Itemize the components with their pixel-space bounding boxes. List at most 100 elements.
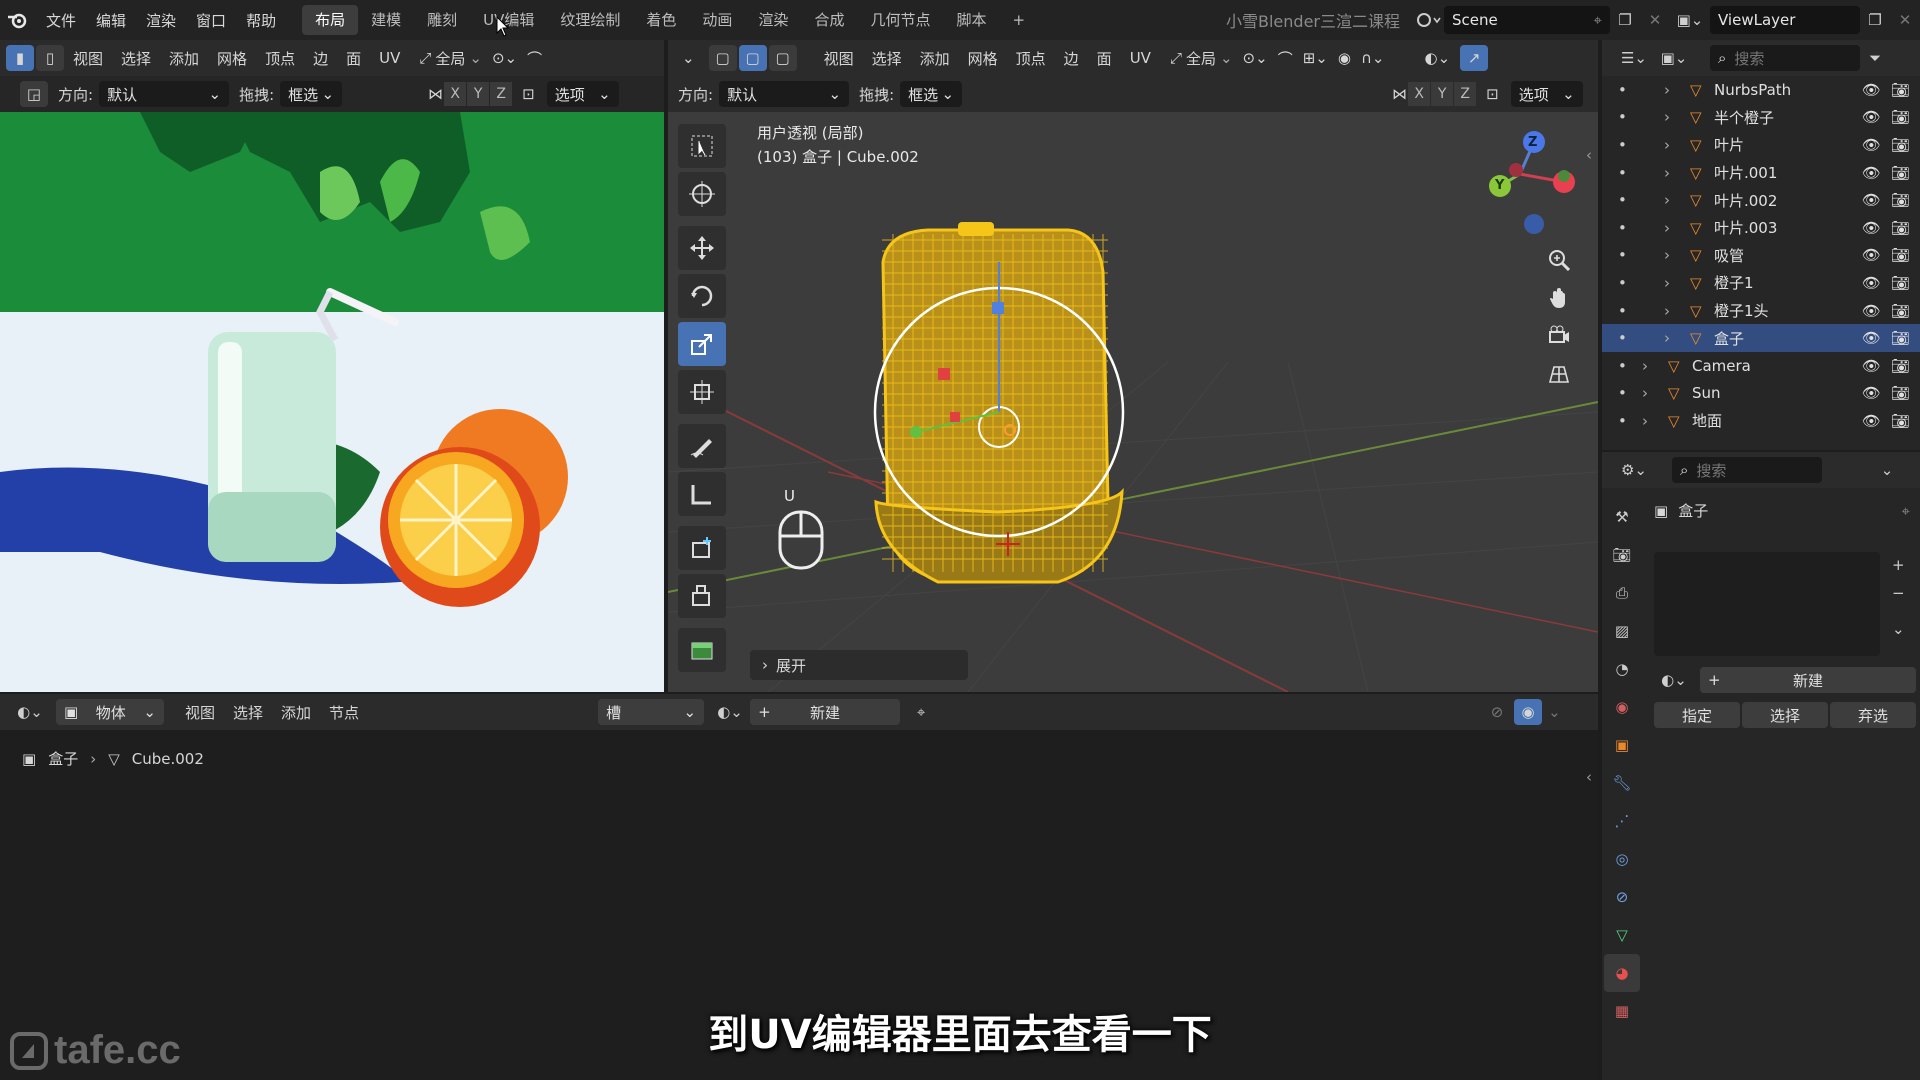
expand-arrow-icon[interactable]: › <box>1642 384 1648 402</box>
gizmo-toggle-icon[interactable]: ↗ <box>1460 45 1489 71</box>
node-menu-view[interactable]: 视图 <box>176 702 224 723</box>
assign-button[interactable]: 指定 <box>1654 702 1740 728</box>
outliner-row[interactable]: • › ▽ 叶片.001 👁︎ 📷︎ <box>1602 159 1920 187</box>
falloff-icon[interactable]: ∩⌄ <box>1361 49 1385 67</box>
select-box-tool-icon[interactable] <box>678 124 726 168</box>
pin-icon[interactable]: ⌖ <box>1594 11 1602 29</box>
main-menu-uv[interactable]: UV <box>1121 49 1160 67</box>
left-menu-add[interactable]: 添加 <box>160 48 208 69</box>
tab-layout[interactable]: 布局 <box>302 5 359 35</box>
expand-arrow-icon[interactable]: › <box>1642 412 1648 430</box>
overlay-toggle-icon[interactable]: ◉ <box>1514 699 1543 725</box>
outliner-item-name[interactable]: 半个橙子 <box>1714 107 1774 128</box>
main-transform-global[interactable]: 全局 <box>1182 48 1220 69</box>
camera-render-icon[interactable]: 📷︎ <box>1891 412 1910 430</box>
outliner-item-name[interactable]: Sun <box>1692 384 1721 402</box>
tab-modeling[interactable]: 建模 <box>358 5 414 35</box>
main-snap-icon[interactable]: ⌒ <box>1278 48 1293 69</box>
transform-tool-icon[interactable] <box>678 370 726 414</box>
edge-select-icon[interactable]: ▢ <box>738 45 767 71</box>
tab-geometry-nodes[interactable]: 几何节点 <box>857 5 943 35</box>
left-axis-z[interactable]: Z <box>490 82 513 106</box>
main-menu-select[interactable]: 选择 <box>863 48 911 69</box>
physics-tab-icon[interactable]: ◎ <box>1604 840 1640 878</box>
expand-arrow-icon[interactable]: › <box>1664 164 1670 182</box>
inset-tool-icon[interactable] <box>678 628 726 672</box>
new-material-button[interactable]: + 新建 <box>1700 667 1916 693</box>
chevron-down-icon[interactable]: ⌄ <box>1872 456 1902 484</box>
expand-arrow-icon[interactable]: › <box>1664 136 1670 154</box>
snap-icon[interactable]: ⌒ <box>527 48 542 69</box>
main-menu-add[interactable]: 添加 <box>911 48 959 69</box>
measure-tool-icon[interactable] <box>678 472 726 516</box>
move-tool-icon[interactable] <box>678 226 726 270</box>
visibility-dot-icon[interactable]: • <box>1618 302 1627 320</box>
expand-arrow-icon[interactable]: › <box>1664 191 1670 209</box>
outliner-row[interactable]: • › ▽ 橙子1头 👁︎ 📷︎ <box>1602 297 1920 325</box>
camera-render-icon[interactable]: 📷︎ <box>1891 191 1910 209</box>
menu-edit[interactable]: 编辑 <box>86 10 136 31</box>
operator-panel[interactable]: › 展开 <box>750 650 968 680</box>
main-pivot-icon[interactable]: ⊙⌄ <box>1243 49 1268 67</box>
node-menu-add[interactable]: 添加 <box>272 702 320 723</box>
eye-icon[interactable]: 👁︎ <box>1862 191 1881 209</box>
constraints-tab-icon[interactable]: ⊘ <box>1604 878 1640 916</box>
sidebar-toggle-icon[interactable]: ‹ <box>1586 146 1592 164</box>
main-mirror-icon[interactable]: ⋈ <box>1392 85 1407 103</box>
properties-search[interactable]: ⌕ 搜索 <box>1672 457 1822 483</box>
remove-slot-icon[interactable]: − <box>1892 584 1905 602</box>
tab-sculpting[interactable]: 雕刻 <box>414 5 470 35</box>
vertex-select-icon[interactable]: ▢ <box>708 45 737 71</box>
mirror-icon[interactable]: ⋈ <box>428 85 443 103</box>
perspective-toggle-icon[interactable] <box>1544 360 1574 388</box>
outliner-row[interactable]: • › ▽ 地面 👁︎ 📷︎ <box>1602 407 1920 435</box>
outliner-row[interactable]: • › ▽ Camera 👁︎ 📷︎ <box>1602 352 1920 380</box>
expand-arrow-icon[interactable]: › <box>1664 81 1670 99</box>
tab-rendering[interactable]: 渲染 <box>745 5 801 35</box>
add-slot-icon[interactable]: + <box>1892 556 1905 574</box>
world-tab-icon[interactable]: ◉ <box>1604 688 1640 726</box>
add-workspace-button[interactable]: + <box>999 5 1038 35</box>
main-menu-view[interactable]: 视图 <box>815 48 863 69</box>
material-slot-list[interactable] <box>1654 552 1880 656</box>
select-mode-icon[interactable]: ▮ <box>6 45 34 71</box>
outliner-item-name[interactable]: 叶片.001 <box>1714 162 1777 183</box>
visibility-dot-icon[interactable]: • <box>1618 412 1627 430</box>
visibility-dot-icon[interactable]: • <box>1618 384 1627 402</box>
main-axis-x[interactable]: X <box>1408 82 1431 106</box>
left-drag-dropdown[interactable]: 框选 ⌄ <box>280 81 343 107</box>
pin-icon[interactable]: ⌖ <box>1902 502 1910 520</box>
camera-render-icon[interactable]: 📷︎ <box>1891 274 1910 292</box>
camera-render-icon[interactable]: 📷︎ <box>1891 136 1910 154</box>
sidebar-toggle-icon[interactable]: ‹ <box>1586 768 1592 786</box>
main-menu-mesh[interactable]: 网格 <box>959 48 1007 69</box>
left-transform-global[interactable]: 全局 <box>431 48 469 69</box>
eye-icon[interactable]: 👁︎ <box>1862 329 1881 347</box>
outliner-row[interactable]: • › ▽ 叶片.002 👁︎ 📷︎ <box>1602 186 1920 214</box>
menu-file[interactable]: 文件 <box>36 10 86 31</box>
zoom-icon[interactable] <box>1544 246 1574 274</box>
render-tab-icon[interactable]: 📷︎ <box>1604 536 1640 574</box>
outliner-item-name[interactable]: 叶片 <box>1714 134 1744 155</box>
eye-icon[interactable]: 👁︎ <box>1862 384 1881 402</box>
material-browse-icon[interactable]: ◐⌄ <box>1654 666 1694 694</box>
tab-compositing[interactable]: 合成 <box>801 5 857 35</box>
main-axis-y[interactable]: Y <box>1431 82 1454 106</box>
main-menu-vertex[interactable]: 顶点 <box>1007 48 1055 69</box>
camera-render-icon[interactable]: 📷︎ <box>1891 329 1910 347</box>
view-layer-field[interactable]: ViewLayer <box>1710 6 1860 34</box>
blender-logo-icon[interactable] <box>0 0 36 40</box>
left-menu-uv[interactable]: UV <box>370 49 409 67</box>
pivot-icon[interactable]: ⊙⌄ <box>492 49 517 67</box>
extrude-tool-icon[interactable] <box>678 574 726 618</box>
mesh-data-tab-icon[interactable]: ▽ <box>1604 916 1640 954</box>
add-cube-tool-icon[interactable] <box>678 526 726 570</box>
eye-icon[interactable]: 👁︎ <box>1862 219 1881 237</box>
snap-node-icon[interactable]: ⊘ <box>1482 698 1512 726</box>
main-options-dropdown[interactable]: 选项 ⌄ <box>1510 81 1583 107</box>
pan-hand-icon[interactable] <box>1544 284 1574 312</box>
expand-arrow-icon[interactable]: › <box>1664 246 1670 264</box>
node-material-browse-icon[interactable]: ◐⌄ <box>710 698 750 726</box>
outliner-row[interactable]: • › ▽ NurbsPath 👁︎ 📷︎ <box>1602 76 1920 104</box>
eye-icon[interactable]: 👁︎ <box>1862 246 1881 264</box>
